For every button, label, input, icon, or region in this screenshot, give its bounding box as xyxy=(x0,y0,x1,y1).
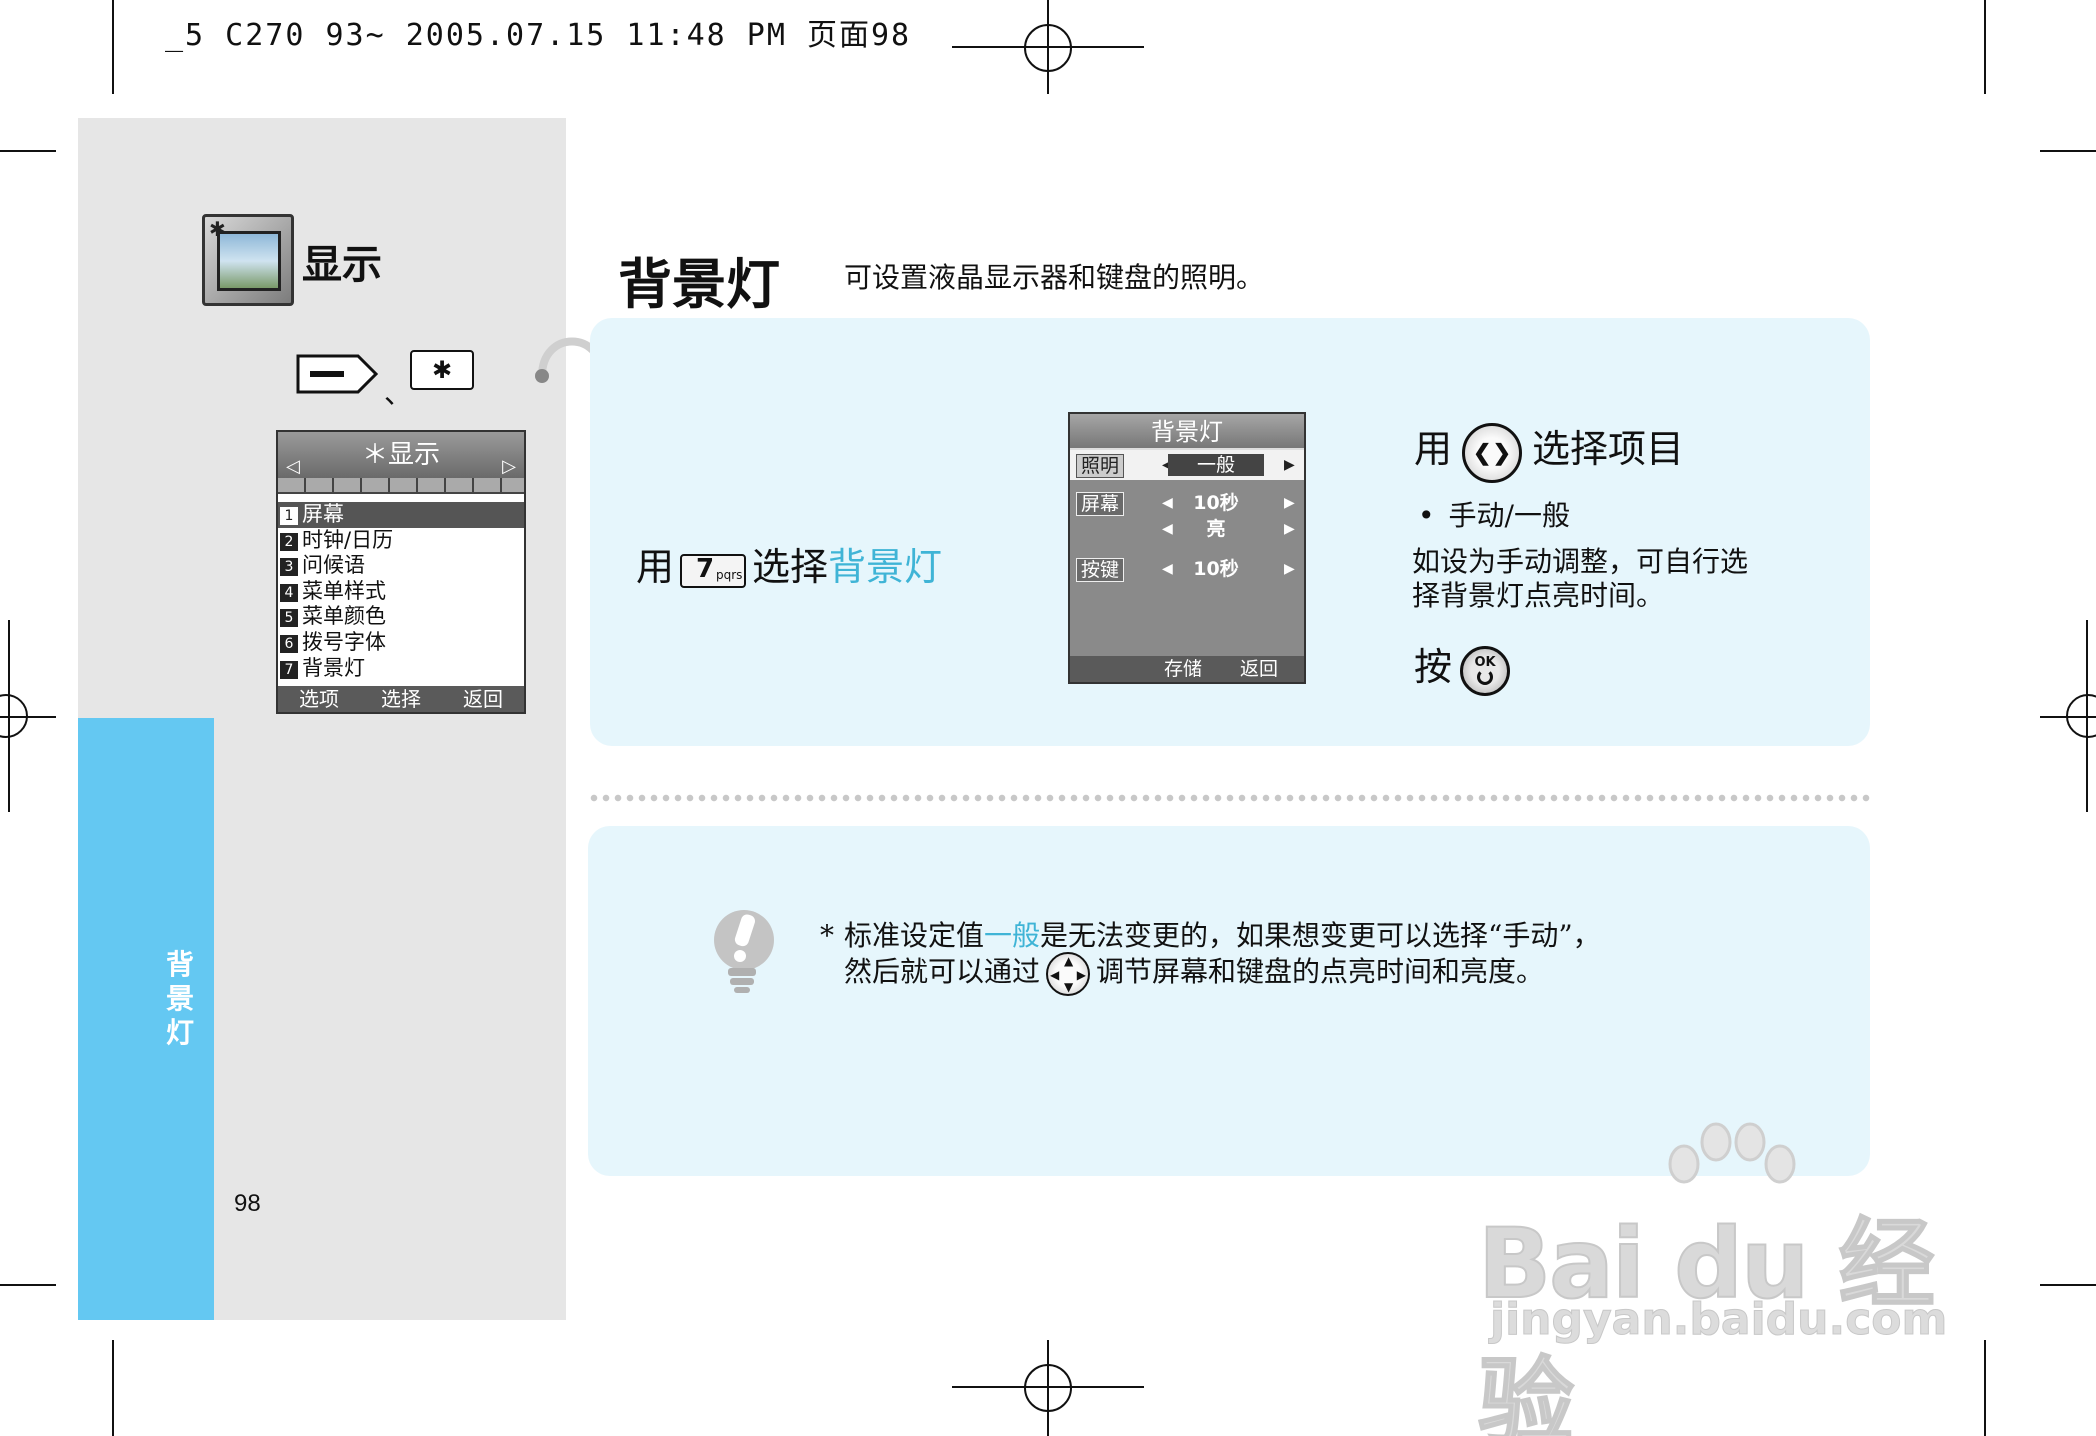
crop-mark xyxy=(112,0,114,94)
tip-line2: 然后就可以通过 ▲ ▼ ◀ ▶ 调节屏幕和键盘的点亮时间和亮度。 xyxy=(844,951,1545,996)
menu-softkeys: 选项 选择 返回 xyxy=(278,686,524,712)
menu-list: 1 屏幕 2 时钟/日历 3 问候语 4 菜单样式 5 菜单颜色 6 拨号字体 7 背景灯 xyxy=(278,502,524,681)
step2-note-line2: 择背景灯点亮时间。 xyxy=(1412,579,1665,612)
display-menu-screen: ◁ ＊显示 ▷ 1 屏幕 2 时钟/日历 3 问候语 4 菜单样式 5 菜单颜色 6 拨号字… xyxy=(276,430,526,714)
softkey-back[interactable]: 返回 xyxy=(463,686,503,712)
crop-mark xyxy=(1984,0,1986,94)
setting-row-lighting[interactable]: 照明 ◀ 一般 ▶ xyxy=(1070,450,1304,480)
press-ok-instruction: 按 OK xyxy=(1414,636,1511,696)
crop-mark xyxy=(1984,1340,1986,1436)
menu-item[interactable]: 6 拨号字体 xyxy=(278,630,524,656)
backlight-screen-title: 背景灯 xyxy=(1070,414,1304,450)
crop-mark xyxy=(2040,150,2096,152)
softkey-options[interactable]: 选项 xyxy=(299,686,339,712)
crop-mark xyxy=(112,1340,114,1436)
page-number: 98 xyxy=(234,1190,261,1217)
menu-ruler xyxy=(278,478,524,494)
crop-mark xyxy=(0,1284,56,1286)
backlight-softkeys: 存储 返回 xyxy=(1070,656,1304,682)
backlight-screen: 背景灯 照明 ◀ 一般 ▶ 屏幕 ◀ 10秒 ▶ ◀ 亮 ▶ 按键 ◀ 10秒 … xyxy=(1068,412,1306,684)
page-title: 背景灯 xyxy=(618,253,780,316)
ok-button-icon: OK xyxy=(1460,645,1511,696)
four-way-nav-icon: ▲ ▼ ◀ ▶ xyxy=(1046,951,1091,996)
display-icon: ✱ xyxy=(202,214,294,306)
registration-mark xyxy=(1024,1364,1072,1412)
baidu-watermark: Bai du 经验 jingyan.baidu.com xyxy=(1477,1120,1978,1436)
separator: 、 xyxy=(384,377,413,410)
lightbulb-tip-icon xyxy=(714,910,774,993)
menu-item[interactable]: 4 菜单样式 xyxy=(278,579,524,605)
menu-item[interactable]: 2 时钟/日历 xyxy=(278,528,524,554)
side-tab-label: 背景灯 xyxy=(165,948,194,1049)
softkey-save[interactable]: 存储 xyxy=(1164,656,1202,682)
bullet-icon: • xyxy=(1418,499,1435,532)
step2-instruction: 用 ❮ ❯ 选择项目 xyxy=(1414,418,1684,483)
softkey-back[interactable]: 返回 xyxy=(1240,656,1278,682)
softkey-icon xyxy=(296,354,378,394)
right-arrow-icon: ▶ xyxy=(1284,561,1295,577)
right-arrow-icon: ▶ xyxy=(1284,457,1295,473)
section-title: 显示 xyxy=(302,242,382,288)
setting-row-screen-state[interactable]: ◀ 亮 ▶ xyxy=(1070,514,1304,544)
step1-instruction: 用 7 pqrs 选择背景灯 xyxy=(636,545,943,589)
highlight-backlight: 背景灯 xyxy=(828,545,943,589)
crop-mark xyxy=(0,150,56,152)
tip-line1: * 标准设定值一般是无法变更的，如果想变更可以选择“手动”， xyxy=(820,919,1601,952)
dotted-divider xyxy=(588,794,1870,802)
crop-mark xyxy=(2040,1284,2096,1286)
print-header: _5 C270 93~ 2005.07.15 11:48 PM 页面98 xyxy=(165,18,912,53)
page-description: 可设置液晶显示器和键盘的照明。 xyxy=(844,261,1265,294)
menu-item[interactable]: 1 屏幕 xyxy=(278,502,524,528)
menu-item[interactable]: 7 背景灯 xyxy=(278,656,524,682)
menu-item[interactable]: 5 菜单颜色 xyxy=(278,604,524,630)
registration-mark xyxy=(2066,694,2096,738)
right-arrow-icon: ▶ xyxy=(1284,495,1295,511)
left-right-nav-icon: ❮ ❯ xyxy=(1462,422,1523,483)
option-bullet: • 手动/一般 xyxy=(1418,499,1570,532)
registration-mark xyxy=(0,694,28,738)
key-7-icon: 7 pqrs xyxy=(680,553,747,588)
star-key-icon: ✱ xyxy=(410,350,474,390)
menu-title: ＊显示 xyxy=(361,440,440,470)
registration-mark xyxy=(1024,24,1072,72)
softkey-select[interactable]: 选择 xyxy=(381,686,421,712)
setting-row-keys[interactable]: 按键 ◀ 10秒 ▶ xyxy=(1070,554,1304,584)
right-arrow-icon: ▶ xyxy=(1284,521,1295,537)
menu-item[interactable]: 3 问候语 xyxy=(278,553,524,579)
